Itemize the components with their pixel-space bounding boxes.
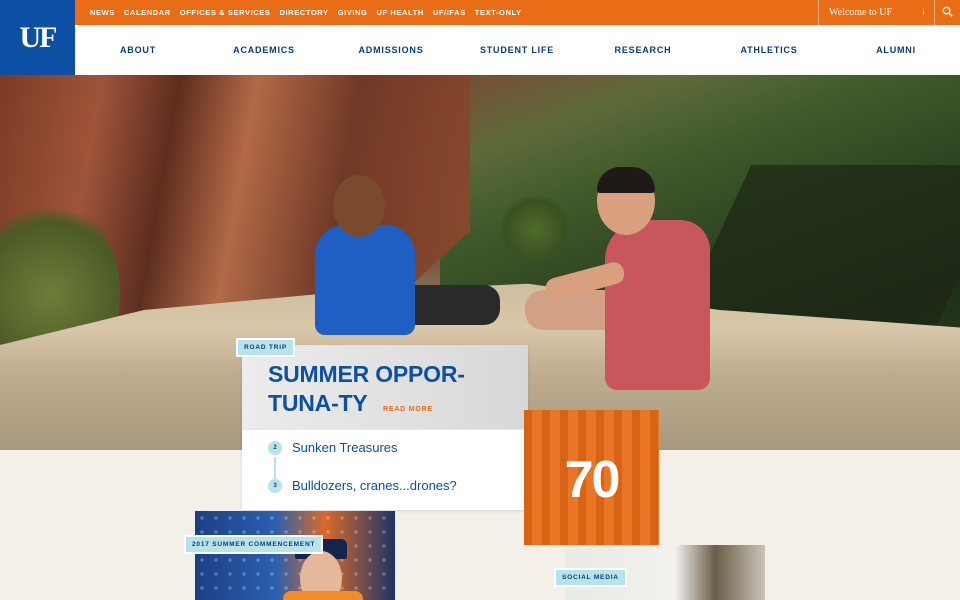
nav-student-life[interactable]: STUDENT LIFE (480, 25, 554, 75)
main-nav: ABOUT ACADEMICS ADMISSIONS STUDENT LIFE … (75, 25, 960, 75)
nav-academics[interactable]: ACADEMICS (233, 25, 295, 75)
category-tag-road-trip[interactable]: ROAD TRIP (236, 338, 295, 357)
nav-research[interactable]: RESEARCH (615, 25, 672, 75)
commencement-gown (283, 591, 363, 600)
util-link-giving[interactable]: Giving (338, 8, 368, 17)
util-link-directory[interactable]: Directory (279, 8, 328, 17)
hero-person-1-legs (400, 285, 500, 325)
nav-athletics[interactable]: ATHLETICS (740, 25, 797, 75)
uf-logo[interactable]: UF (0, 0, 75, 75)
util-link-uf-ifas[interactable]: UF/IFAS (433, 8, 466, 17)
util-link-text-only[interactable]: Text-Only (475, 8, 522, 17)
nav-about[interactable]: ABOUT (120, 25, 156, 75)
story-number-badge: 2 (268, 441, 282, 455)
commencement-tile[interactable] (195, 511, 395, 600)
welcome-label: Welcome to UF (829, 7, 893, 18)
search-button[interactable] (934, 0, 960, 25)
anniversary-tile[interactable]: 70 (524, 410, 659, 545)
nav-alumni[interactable]: ALUMNI (876, 25, 916, 75)
story-link-drones[interactable]: Bulldozers, cranes...drones? (292, 478, 457, 493)
util-link-offices[interactable]: Offices & Services (180, 8, 271, 17)
arrow-down-icon: ↓ (921, 6, 926, 17)
hero-tree (500, 195, 570, 265)
search-icon (942, 4, 953, 22)
welcome-dropdown[interactable]: Welcome to UF ↓ (818, 0, 934, 25)
hero-person-1 (315, 225, 415, 335)
util-link-uf-health[interactable]: UF Health (377, 8, 424, 17)
utility-bar: News Calendar Offices & Services Directo… (0, 0, 960, 25)
nav-admissions[interactable]: ADMISSIONS (358, 25, 423, 75)
category-tag-social-media[interactable]: SOCIAL MEDIA (554, 568, 627, 587)
util-link-calendar[interactable]: Calendar (124, 8, 171, 17)
utility-links: News Calendar Offices & Services Directo… (90, 0, 522, 25)
feature-card: SUMMER OPPOR-TUNA-TY READ MORE 2 Sunken … (242, 345, 528, 510)
category-tag-commencement[interactable]: 2017 SUMMER COMMENCEMENT (184, 535, 324, 554)
story-link-sunken-treasures[interactable]: Sunken Treasures (292, 440, 398, 455)
uf-logo-text: UF (19, 20, 58, 54)
hero-person-1-head (333, 175, 385, 237)
story-number-badge: 3 (268, 479, 282, 493)
anniversary-number: 70 (564, 451, 621, 509)
feature-headline-area[interactable]: SUMMER OPPOR-TUNA-TY READ MORE (242, 345, 528, 430)
read-more-link[interactable]: READ MORE (383, 406, 433, 413)
hero-person-2 (605, 220, 710, 390)
util-link-news[interactable]: News (90, 8, 115, 17)
